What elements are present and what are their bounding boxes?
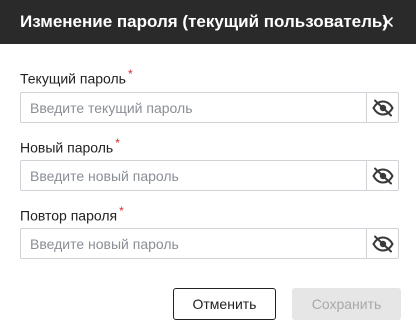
new-password-label: Новый пароль * [20, 136, 120, 156]
cancel-button[interactable]: Отменить [173, 288, 276, 320]
new-password-field [20, 160, 399, 191]
current-password-field [20, 92, 399, 123]
current-password-visibility-toggle[interactable] [366, 93, 398, 122]
dialog-header: Изменение пароля (текущий пользователь) [0, 0, 416, 44]
dialog-title: Изменение пароля (текущий пользователь) [20, 12, 389, 31]
required-mark: * [115, 136, 120, 150]
change-password-dialog: Изменение пароля (текущий пользователь) … [0, 0, 416, 335]
eye-off-icon [371, 99, 394, 116]
repeat-password-field [20, 228, 399, 259]
close-icon [383, 17, 393, 27]
close-button[interactable] [378, 12, 398, 32]
repeat-password-input[interactable] [21, 229, 366, 258]
eye-off-icon [371, 235, 394, 252]
repeat-password-label: Повтор пароля * [20, 204, 124, 224]
required-mark: * [119, 204, 124, 218]
current-password-input[interactable] [21, 93, 366, 122]
new-password-visibility-toggle[interactable] [366, 161, 398, 190]
repeat-password-visibility-toggle[interactable] [366, 229, 398, 258]
save-button[interactable]: Сохранить [292, 288, 401, 320]
required-mark: * [127, 67, 133, 81]
new-password-input[interactable] [21, 161, 366, 190]
current-password-label: Текущий пароль * [20, 67, 133, 87]
eye-off-icon [371, 167, 394, 184]
